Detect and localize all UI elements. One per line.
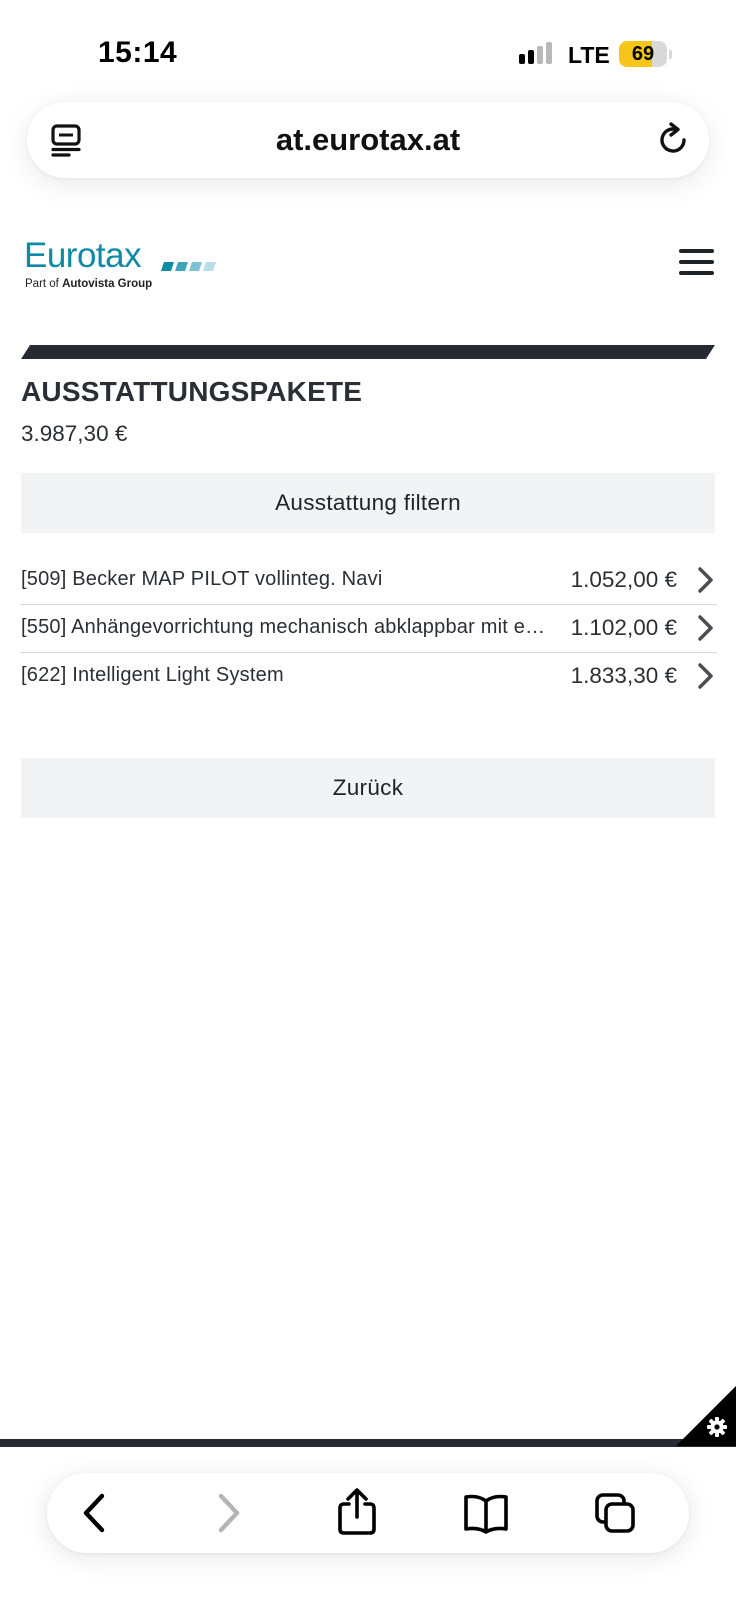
- page-bottom-strip: [0, 1439, 736, 1447]
- item-label: [622] Intelligent Light System: [21, 664, 284, 686]
- gear-icon[interactable]: [706, 1416, 728, 1438]
- list-item[interactable]: [622] Intelligent Light System 1.833,30 …: [21, 653, 717, 701]
- logo-wordmark: Eurotax: [24, 236, 142, 275]
- address-bar[interactable]: at.eurotax.at: [27, 102, 709, 178]
- share-icon[interactable]: [335, 1487, 379, 1535]
- battery-level: 69: [631, 43, 655, 65]
- item-label: [509] Becker MAP PILOT vollinteg. Navi: [21, 568, 383, 590]
- item-label: [550] Anhängevorrichtung mechanisch abkl…: [21, 616, 549, 638]
- logo-sub-prefix: Part of: [25, 278, 63, 290]
- eurotax-logo[interactable]: Eurotax Part of Autovista Group: [24, 236, 216, 294]
- filter-equipment-button[interactable]: Ausstattung filtern: [21, 473, 715, 533]
- battery-tip: [669, 50, 672, 59]
- list-item[interactable]: [509] Becker MAP PILOT vollinteg. Navi 1…: [21, 557, 717, 605]
- reload-icon[interactable]: [657, 122, 691, 158]
- url-text[interactable]: at.eurotax.at: [27, 122, 709, 158]
- status-time: 15:14: [98, 36, 178, 69]
- total-price: 3.987,30 €: [21, 421, 128, 446]
- chevron-right-icon[interactable]: [695, 566, 717, 594]
- bookmarks-book-icon[interactable]: [462, 1491, 510, 1535]
- back-button[interactable]: Zurück: [21, 758, 715, 818]
- hamburger-menu-icon[interactable]: [679, 249, 715, 277]
- logo-sub-brand: Autovista Group: [62, 278, 153, 290]
- item-price: 1.052,00 €: [570, 567, 677, 592]
- chevron-right-icon[interactable]: [695, 614, 717, 642]
- status-bar: 15:14 LTE 69: [0, 0, 736, 100]
- item-price: 1.833,30 €: [570, 663, 677, 688]
- list-item[interactable]: [550] Anhängevorrichtung mechanisch abkl…: [21, 605, 717, 653]
- browser-toolbar: [47, 1473, 689, 1553]
- network-type: LTE: [568, 42, 610, 68]
- logo-dashes-icon: [161, 262, 216, 271]
- section-divider-band: [21, 345, 715, 359]
- chevron-right-icon[interactable]: [695, 662, 717, 690]
- back-chevron-icon[interactable]: [74, 1491, 118, 1535]
- tabs-icon[interactable]: [593, 1491, 637, 1535]
- equipment-package-list: [509] Becker MAP PILOT vollinteg. Navi 1…: [21, 557, 717, 701]
- signal-strength-icon: [519, 42, 557, 66]
- battery-icon: 69: [619, 41, 667, 67]
- forward-chevron-icon[interactable]: [205, 1491, 249, 1535]
- item-price: 1.102,00 €: [570, 615, 677, 640]
- logo-subtitle: Part of Autovista Group: [25, 278, 152, 290]
- page-title: AUSSTATTUNGSPAKETE: [21, 376, 363, 407]
